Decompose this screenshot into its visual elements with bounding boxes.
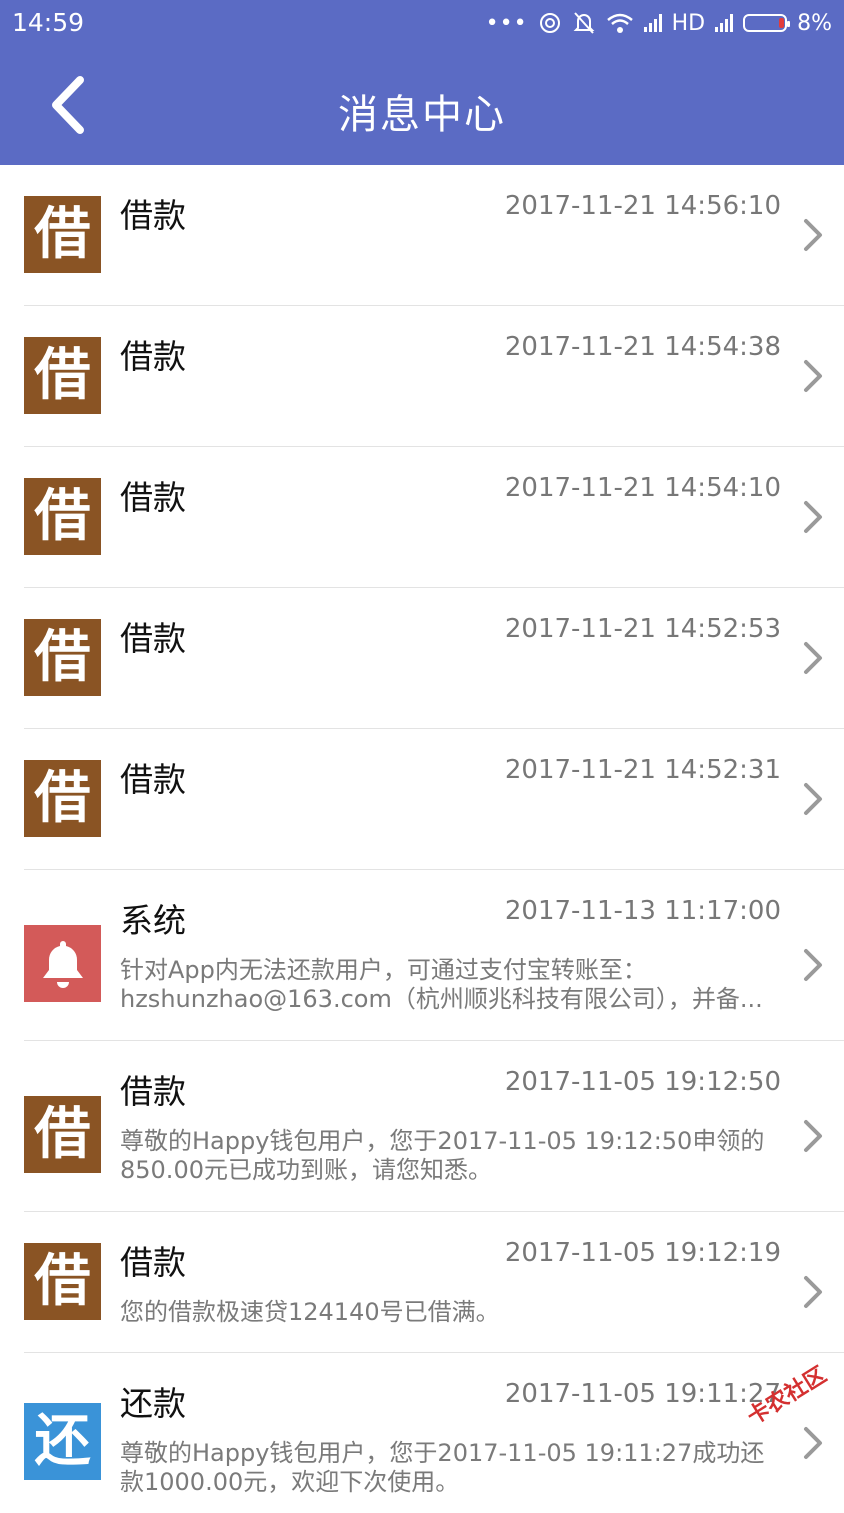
avatar-text: 借 xyxy=(34,624,91,690)
message-title: 借款 xyxy=(120,196,186,235)
message-title: 还款 xyxy=(120,1384,186,1423)
loan-icon: 借 xyxy=(24,478,101,555)
loan-icon: 借 xyxy=(24,337,101,414)
network-label: HD xyxy=(671,10,706,36)
loan-icon: 借 xyxy=(24,760,101,837)
avatar-text: 借 xyxy=(34,765,91,831)
status-time: 14:59 xyxy=(12,8,85,37)
loan-icon: 借 xyxy=(24,1243,101,1320)
chevron-right-icon xyxy=(804,642,822,674)
avatar-text: 借 xyxy=(34,1101,91,1167)
message-item[interactable]: 还还款 2017-11-05 19:11:27 尊敬的Happy钱包用户，您于201… xyxy=(24,1353,844,1513)
message-title: 借款 xyxy=(120,619,186,658)
message-time: 2017-11-21 14:52:31 xyxy=(504,755,781,785)
message-title: 借款 xyxy=(120,337,186,376)
avatar-text: 借 xyxy=(34,1248,91,1314)
signal-icon xyxy=(643,14,662,32)
battery-icon xyxy=(743,14,791,32)
chevron-right-icon xyxy=(804,1120,822,1152)
message-item[interactable]: 借借款 2017-11-21 14:54:38 xyxy=(24,306,844,447)
wifi-icon xyxy=(606,13,633,33)
avatar-text: 借 xyxy=(34,342,91,408)
message-time: 2017-11-21 14:52:53 xyxy=(504,614,781,644)
message-item[interactable]: 借借款 2017-11-21 14:56:10 xyxy=(24,165,844,306)
mute-bell-icon xyxy=(573,12,595,34)
message-time: 2017-11-21 14:54:38 xyxy=(504,332,781,362)
message-item[interactable]: 借借款 2017-11-21 14:54:10 xyxy=(24,447,844,588)
chevron-right-icon xyxy=(804,783,822,815)
message-item[interactable]: 系统 2017-11-13 11:17:00 针对App内无法还款用户，可通过支付宝… xyxy=(24,870,844,1041)
message-item[interactable]: 借借款 2017-11-05 19:12:50 尊敬的Happy钱包用户，您于201… xyxy=(24,1041,844,1212)
message-time: 2017-11-05 19:12:50 xyxy=(504,1067,781,1097)
message-time: 2017-11-05 19:12:19 xyxy=(504,1238,781,1268)
message-title: 借款 xyxy=(120,1243,186,1282)
message-body: 尊敬的Happy钱包用户，您于2017-11-05 19:12:50申领的850… xyxy=(120,1127,765,1184)
hotspot-icon xyxy=(539,13,560,33)
repay-icon: 还 xyxy=(24,1403,101,1480)
message-title: 借款 xyxy=(120,760,186,799)
message-title: 系统 xyxy=(120,901,186,940)
message-item[interactable]: 借借款 2017-11-21 14:52:53 xyxy=(24,588,844,729)
chevron-right-icon xyxy=(804,1276,822,1308)
page-title: 消息中心 xyxy=(338,92,506,138)
message-title: 借款 xyxy=(120,1072,186,1111)
system-icon xyxy=(24,925,101,1002)
signal-icon-2 xyxy=(715,14,734,32)
app-header: 消息中心 xyxy=(0,46,844,165)
bell-icon xyxy=(42,940,83,988)
message-time: 2017-11-21 14:54:10 xyxy=(504,473,781,503)
chevron-right-icon xyxy=(804,501,822,533)
chevron-right-icon xyxy=(804,949,822,981)
message-list: 借借款 2017-11-21 14:56:10 借借款 2017-11-21 14:5… xyxy=(0,165,844,1513)
loan-icon: 借 xyxy=(24,1096,101,1173)
avatar-text: 借 xyxy=(34,201,91,267)
message-time: 2017-11-21 14:56:10 xyxy=(504,191,781,221)
avatar-text: 借 xyxy=(34,483,91,549)
message-title: 借款 xyxy=(120,478,186,517)
message-item[interactable]: 借借款 2017-11-05 19:12:19 您的借款极速贷124140号已借满。 xyxy=(24,1212,844,1353)
message-item[interactable]: 借借款 2017-11-21 14:52:31 xyxy=(24,729,844,870)
status-icons: ••• HD 8% xyxy=(486,8,832,38)
chevron-right-icon xyxy=(804,219,822,251)
message-body: 尊敬的Happy钱包用户，您于2017-11-05 19:11:27成功还款10… xyxy=(120,1439,765,1496)
loan-icon: 借 xyxy=(24,196,101,273)
message-body: 针对App内无法还款用户，可通过支付宝转账至：hzshunzhao@163.co… xyxy=(120,956,763,1013)
loan-icon: 借 xyxy=(24,619,101,696)
more-dots-icon: ••• xyxy=(485,10,528,36)
message-body: 您的借款极速贷124140号已借满。 xyxy=(120,1298,500,1326)
status-bar: 14:59 ••• HD 8% xyxy=(0,0,844,46)
battery-percent: 8% xyxy=(797,10,832,36)
chevron-right-icon xyxy=(804,360,822,392)
message-time: 2017-11-13 11:17:00 xyxy=(504,896,781,926)
avatar-text: 还 xyxy=(34,1408,91,1474)
